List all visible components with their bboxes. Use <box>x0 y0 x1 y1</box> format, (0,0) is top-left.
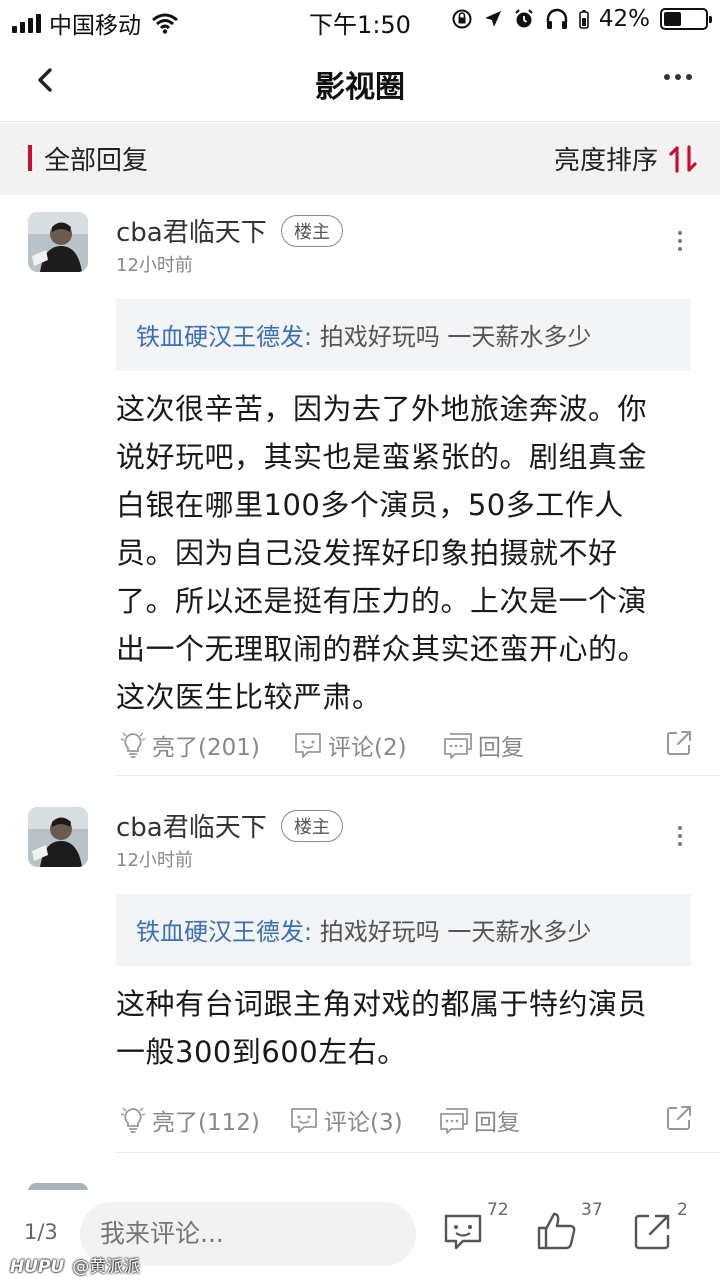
body-line: 白银在哪里100多个演员，50多工作人 <box>116 488 624 522</box>
quoted-reply[interactable]: 铁血硬汉王德发: 拍戏好玩吗 一天薪水多少 <box>116 299 691 371</box>
rotation-lock-icon <box>452 9 472 29</box>
quote-text: 拍戏好玩吗 一天薪水多少 <box>319 323 592 351</box>
battery-icon <box>660 8 712 30</box>
share-count: 2 <box>677 1200 688 1220</box>
username[interactable]: cba君临天下 <box>116 212 267 249</box>
comment-button[interactable]: 评论(3) <box>288 1103 403 1137</box>
body-line: 说好玩吧，其实也是蛮紧张的。剧组真金 <box>116 440 648 474</box>
post-more-button[interactable] <box>678 231 682 251</box>
thumbs-up-icon[interactable] <box>535 1210 579 1254</box>
reply-icon <box>444 733 472 759</box>
op-badge: 楼主 <box>281 810 343 842</box>
post-time: 12小时前 <box>116 850 193 871</box>
body-line: 一般300到600左右。 <box>116 1035 407 1069</box>
all-replies-label: 全部回复 <box>44 146 149 176</box>
location-icon <box>484 11 501 27</box>
share-icon[interactable] <box>630 1210 674 1254</box>
more-options-button[interactable] <box>664 74 692 80</box>
divider <box>116 775 720 776</box>
quote-author: 铁血硬汉王德发: <box>136 918 313 946</box>
comment-icon <box>291 1108 317 1133</box>
comment-icon <box>295 733 321 758</box>
headphone-battery-icon <box>579 10 589 29</box>
post-time: 12小时前 <box>116 255 193 276</box>
quote-author: 铁血硬汉王德发: <box>136 323 313 351</box>
page-title: 影视圈 <box>315 70 405 105</box>
lightbulb-icon <box>120 732 146 758</box>
reply-post: cba君临天下 楼主 12小时前 铁血硬汉王德发: 拍戏好玩吗 一天薪水多少 这… <box>0 790 720 1153</box>
status-bar: 中国移动 下午1:50 42% <box>0 0 720 40</box>
lightbulb-icon <box>120 1107 146 1133</box>
like-button[interactable]: 亮了(112) <box>118 1103 260 1137</box>
reply-button[interactable]: 回复 <box>438 1103 520 1137</box>
reply-label: 回复 <box>478 735 524 761</box>
sort-arrows-icon <box>669 144 697 173</box>
sort-button[interactable]: 亮度排序 <box>554 140 698 177</box>
sort-label: 亮度排序 <box>553 146 658 176</box>
post-more-button[interactable] <box>678 826 682 846</box>
reply-post: cba君临天下 楼主 12小时前 铁血硬汉王德发: 拍戏好玩吗 一天薪水多少 这… <box>0 195 720 776</box>
quote-text: 拍戏好玩吗 一天薪水多少 <box>319 918 592 946</box>
avatar[interactable] <box>28 212 88 272</box>
reply-button[interactable]: 回复 <box>442 728 524 762</box>
post-body: 这次很辛苦，因为去了外地旅途奔波。你 说好玩吧，其实也是蛮紧张的。剧组真金 白银… <box>116 385 690 721</box>
watermark-handle: @黄派派 <box>72 1257 141 1277</box>
comment-button[interactable]: 评论(2) <box>292 728 407 762</box>
share-icon[interactable] <box>664 728 694 758</box>
op-badge: 楼主 <box>281 215 343 247</box>
like-label: 亮了(201) <box>152 735 260 761</box>
body-line: 了。所以还是挺有压力的。上次是一个演 <box>116 584 648 618</box>
reply-label: 回复 <box>474 1110 520 1136</box>
watermark: HUPU @黄派派 <box>10 1252 140 1277</box>
section-marker <box>28 145 32 171</box>
reply-icon <box>440 1108 468 1134</box>
comment-label: 评论(2) <box>328 735 407 761</box>
like-count: 37 <box>581 1200 603 1220</box>
body-line: 这次医生比较严肃。 <box>116 680 382 714</box>
post-body: 这种有台词跟主角对戏的都属于特约演员 一般300到600左右。 <box>116 980 690 1076</box>
quoted-reply[interactable]: 铁血硬汉王德发: 拍戏好玩吗 一天薪水多少 <box>116 894 691 966</box>
body-line: 这种有台词跟主角对戏的都属于特约演员 <box>116 987 648 1021</box>
battery-percentage: 42% <box>598 6 650 32</box>
body-line: 出一个无理取闹的群众其实还蛮开心的。 <box>116 632 648 666</box>
share-icon[interactable] <box>664 1103 694 1133</box>
comment-count: 72 <box>487 1200 509 1220</box>
divider <box>116 1152 720 1153</box>
body-line: 员。因为自己没发挥好印象拍摄就不好 <box>116 536 618 570</box>
comments-icon[interactable] <box>441 1210 485 1254</box>
like-button[interactable]: 亮了(201) <box>118 728 260 762</box>
nav-bar: 影视圈 <box>0 40 720 122</box>
comment-label: 评论(3) <box>324 1110 403 1136</box>
headphones-icon <box>546 8 568 29</box>
hupu-logo: HUPU <box>10 1257 65 1277</box>
page-indicator[interactable]: 1/3 <box>24 1220 58 1244</box>
body-line: 这次很辛苦，因为去了外地旅途奔波。你 <box>116 392 648 426</box>
filter-bar: 全部回复 亮度排序 <box>0 123 720 195</box>
alarm-icon <box>515 9 533 28</box>
username[interactable]: cba君临天下 <box>116 807 267 844</box>
avatar[interactable] <box>28 807 88 867</box>
like-label: 亮了(112) <box>152 1110 260 1136</box>
